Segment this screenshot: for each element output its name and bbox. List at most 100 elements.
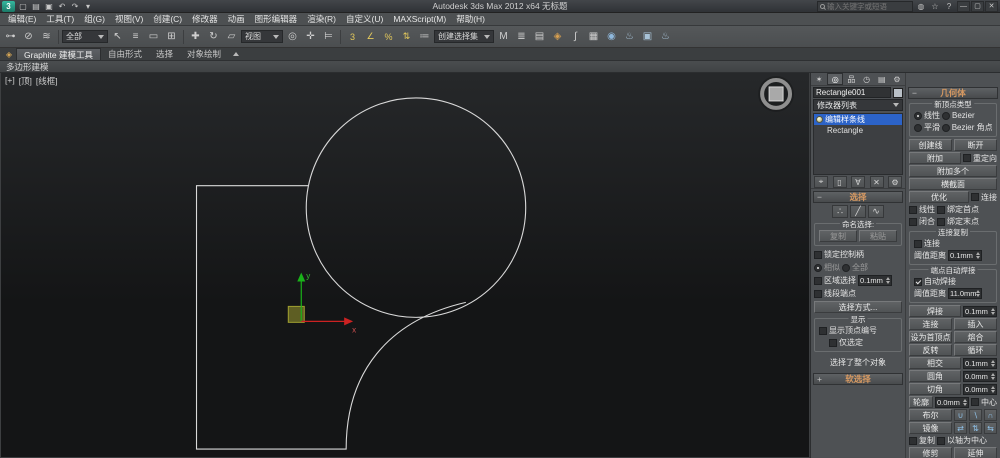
application-menu-button[interactable]: 3 bbox=[2, 1, 15, 12]
weld-threshold-spinner[interactable]: 0.1mm bbox=[963, 306, 997, 317]
curve-editor-button[interactable]: ∫ bbox=[567, 28, 584, 45]
spinner-arrows-icon[interactable] bbox=[976, 290, 980, 297]
bind-to-space-warp-button[interactable]: ≋ bbox=[38, 28, 55, 45]
menu-item[interactable]: 自定义(U) bbox=[341, 12, 388, 26]
pin-stack-button[interactable]: ⌖ bbox=[814, 176, 828, 188]
bind-last-checkbox[interactable]: 绑定末点 bbox=[937, 216, 979, 227]
menu-item[interactable]: 修改器 bbox=[187, 12, 223, 26]
favorites-icon[interactable]: ☆ bbox=[929, 1, 941, 12]
linear-checkbox[interactable]: 线性 bbox=[909, 204, 935, 215]
outline-spinner[interactable]: 0.0mm bbox=[935, 397, 969, 408]
spinner-arrows-icon[interactable] bbox=[991, 360, 995, 367]
selected-only-checkbox[interactable]: 仅选定 bbox=[829, 337, 863, 348]
ribbon-minimize-icon[interactable] bbox=[233, 52, 239, 56]
tab-display-icon[interactable]: ▤ bbox=[875, 73, 889, 85]
maximize-button[interactable]: ▢ bbox=[971, 1, 984, 12]
tab-hierarchy-icon[interactable]: 品 bbox=[844, 73, 858, 85]
segment-end-checkbox[interactable]: 线段端点 bbox=[814, 288, 856, 299]
fillet-button[interactable]: 圆角 bbox=[909, 370, 961, 382]
make-unique-button[interactable]: ∀ bbox=[851, 176, 865, 188]
all-radio[interactable]: 全部 bbox=[842, 262, 868, 273]
undo-icon[interactable]: ↶ bbox=[56, 1, 68, 12]
spinner-arrows-icon[interactable] bbox=[991, 308, 995, 315]
cross-section-button[interactable]: 横截面 bbox=[909, 178, 997, 190]
ribbon-tab[interactable]: Graphite 建模工具 bbox=[16, 48, 101, 60]
viewport-menu-pov[interactable]: [+] bbox=[5, 75, 15, 87]
area-selection-spinner[interactable]: 0.1mm bbox=[858, 275, 892, 286]
spline-subobject-button[interactable]: ∿ bbox=[868, 205, 884, 218]
viewport-menu-view[interactable]: [顶] bbox=[19, 75, 32, 87]
angle-snap-button[interactable]: ∠ bbox=[362, 28, 379, 45]
boolean-subtract-icon-button[interactable]: ∖ bbox=[969, 409, 982, 421]
mirror-both-icon-button[interactable]: ⇆ bbox=[984, 422, 997, 434]
spinner-arrows-icon[interactable] bbox=[976, 252, 980, 259]
modifier-enable-icon[interactable] bbox=[816, 116, 823, 123]
refine-connect-checkbox[interactable]: 连接 bbox=[971, 192, 997, 203]
trim-button[interactable]: 修剪 bbox=[909, 447, 952, 458]
select-and-manipulate-button[interactable]: ✛ bbox=[302, 28, 319, 45]
new-vertex-bezier-radio[interactable]: Bezier bbox=[942, 111, 975, 120]
menu-item[interactable]: 工具(T) bbox=[41, 12, 79, 26]
extend-button[interactable]: 延伸 bbox=[954, 447, 997, 458]
reverse-button[interactable]: 反转 bbox=[909, 344, 952, 356]
menu-item[interactable]: MAXScript(M) bbox=[388, 13, 451, 25]
viewport-menu-shading[interactable]: [线框] bbox=[36, 75, 58, 87]
render-production-button[interactable]: ♨ bbox=[657, 28, 674, 45]
snap-toggle-button[interactable]: 3 bbox=[344, 28, 361, 45]
menu-item[interactable]: 组(G) bbox=[79, 12, 110, 26]
menu-item[interactable]: 动画 bbox=[223, 12, 250, 26]
menu-item[interactable]: 渲染(R) bbox=[302, 12, 341, 26]
ribbon-tab[interactable]: 选择 bbox=[149, 48, 180, 60]
fuse-button[interactable]: 熔合 bbox=[954, 331, 997, 343]
show-end-result-button[interactable]: ▯ bbox=[833, 176, 847, 188]
closed-checkbox[interactable]: 闭合 bbox=[909, 216, 935, 227]
weld-button[interactable]: 焊接 bbox=[909, 305, 961, 317]
open-file-icon[interactable]: ▤ bbox=[30, 1, 42, 12]
communication-center-icon[interactable]: ◍ bbox=[915, 1, 927, 12]
paste-named-selection-button[interactable]: 粘贴 bbox=[859, 230, 897, 242]
object-color-swatch[interactable] bbox=[893, 88, 903, 98]
area-selection-checkbox[interactable]: 区域选择 bbox=[814, 275, 856, 286]
layer-manager-button[interactable]: ▤ bbox=[531, 28, 548, 45]
redo-icon[interactable]: ↷ bbox=[69, 1, 81, 12]
tab-create-icon[interactable]: ✶ bbox=[812, 73, 826, 85]
viewport-canvas[interactable]: y x bbox=[1, 73, 809, 457]
edit-named-selection-sets-button[interactable]: ≔ bbox=[416, 28, 433, 45]
mirror-copy-checkbox[interactable]: 复制 bbox=[909, 435, 935, 446]
similar-radio[interactable]: 相似 bbox=[814, 262, 840, 273]
configure-modifier-sets-button[interactable]: ⚙ bbox=[888, 176, 902, 188]
bind-first-checkbox[interactable]: 绑定首点 bbox=[937, 204, 979, 215]
select-and-rotate-button[interactable]: ↻ bbox=[205, 28, 222, 45]
boolean-button[interactable]: 布尔 bbox=[909, 409, 952, 421]
create-line-button[interactable]: 创建线 bbox=[909, 139, 952, 151]
graphite-icon[interactable]: ◈ bbox=[2, 48, 16, 60]
menu-item[interactable]: 图形编辑器 bbox=[250, 12, 303, 26]
percent-snap-button[interactable]: % bbox=[380, 28, 397, 45]
segment-subobject-button[interactable]: ╱ bbox=[850, 205, 866, 218]
minimize-button[interactable]: — bbox=[957, 1, 970, 12]
modifier-list-combo[interactable]: 修改器列表 bbox=[813, 99, 903, 111]
chamfer-spinner[interactable]: 0.0mm bbox=[963, 384, 997, 395]
vertex-subobject-button[interactable]: ∴ bbox=[832, 205, 848, 218]
menu-item[interactable]: 帮助(H) bbox=[451, 12, 490, 26]
close-button[interactable]: ✕ bbox=[985, 1, 998, 12]
new-vertex-smooth-radio[interactable]: 平滑 bbox=[914, 122, 940, 133]
make-first-button[interactable]: 设为首顶点 bbox=[909, 331, 952, 343]
schematic-view-button[interactable]: ▦ bbox=[585, 28, 602, 45]
autoweld-threshold-spinner[interactable]: 11.0mm bbox=[948, 288, 982, 299]
cross-insert-spinner[interactable]: 0.1mm bbox=[963, 358, 997, 369]
spinner-arrows-icon[interactable] bbox=[991, 373, 995, 380]
rectangular-selection-region-button[interactable]: ▭ bbox=[145, 28, 162, 45]
select-and-scale-button[interactable]: ▱ bbox=[223, 28, 240, 45]
mirror-vertical-icon-button[interactable]: ⇅ bbox=[969, 422, 982, 434]
attach-button[interactable]: 附加 bbox=[909, 152, 961, 164]
ribbon-tab[interactable]: 对象绘制 bbox=[180, 48, 228, 60]
graphite-toggle-button[interactable]: ◈ bbox=[549, 28, 566, 45]
selection-filter-combo[interactable]: 全部 bbox=[62, 30, 108, 43]
copy-named-selection-button[interactable]: 复制 bbox=[819, 230, 857, 242]
select-by-name-button[interactable]: ≡ bbox=[127, 28, 144, 45]
tab-motion-icon[interactable]: ◷ bbox=[860, 73, 874, 85]
refine-button[interactable]: 优化 bbox=[909, 191, 969, 203]
align-button[interactable]: ≣ bbox=[513, 28, 530, 45]
rollout-soft-selection-header[interactable]: + 软选择 bbox=[813, 373, 903, 385]
